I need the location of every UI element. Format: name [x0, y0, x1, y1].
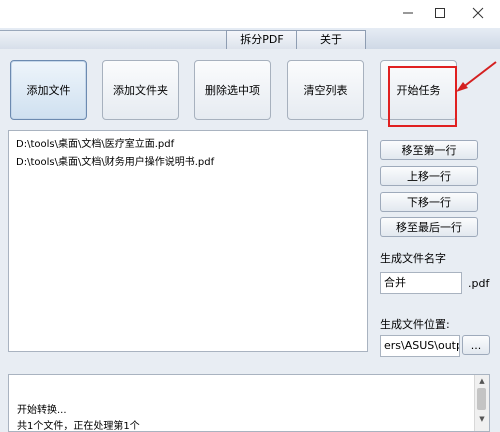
- list-item[interactable]: D:\tools\桌面\文档\医疗室立面.pdf: [16, 138, 174, 152]
- output-name-input[interactable]: 合并: [380, 272, 462, 294]
- log-line: 开始转换...: [17, 405, 67, 416]
- scroll-down-icon[interactable]: ▼: [475, 413, 489, 425]
- clear-list-button[interactable]: 清空列表: [287, 60, 364, 120]
- tab-active-area: [0, 30, 227, 49]
- maximize-icon[interactable]: [420, 0, 460, 26]
- browse-button[interactable]: ...: [462, 335, 490, 355]
- log-area: 开始转换... 共1个文件，正在处理第1个 ▲ ▼: [8, 374, 490, 432]
- move-last-button[interactable]: 移至最后一行: [380, 217, 478, 237]
- move-down-button[interactable]: 下移一行: [380, 192, 478, 212]
- list-item[interactable]: D:\tools\桌面\文档\财务用户操作说明书.pdf: [16, 156, 214, 170]
- delete-selected-button[interactable]: 删除选中项: [194, 60, 271, 120]
- output-name-label: 生成文件名字: [380, 252, 446, 265]
- log-scrollbar[interactable]: ▲ ▼: [474, 375, 489, 431]
- title-bar: [0, 0, 500, 28]
- pointer-arrow-icon: [456, 61, 497, 92]
- output-location-label: 生成文件位置:: [380, 318, 450, 331]
- move-first-button[interactable]: 移至第一行: [380, 140, 478, 160]
- scroll-thumb[interactable]: [477, 388, 486, 410]
- output-location-input[interactable]: ers\ASUS\output: [380, 335, 460, 357]
- tab-split-pdf[interactable]: 拆分PDF: [226, 30, 298, 49]
- add-folder-button[interactable]: 添加文件夹: [102, 60, 179, 120]
- move-up-button[interactable]: 上移一行: [380, 166, 478, 186]
- close-icon[interactable]: [458, 0, 498, 26]
- start-task-button[interactable]: 开始任务: [380, 60, 457, 120]
- scroll-up-icon[interactable]: ▲: [475, 375, 489, 387]
- log-line: 共1个文件，正在处理第1个: [17, 421, 140, 432]
- tab-about[interactable]: 关于: [296, 30, 366, 49]
- output-ext-label: .pdf: [468, 277, 490, 290]
- file-list[interactable]: D:\tools\桌面\文档\医疗室立面.pdf D:\tools\桌面\文档\…: [8, 130, 368, 352]
- add-file-button[interactable]: 添加文件: [10, 60, 87, 120]
